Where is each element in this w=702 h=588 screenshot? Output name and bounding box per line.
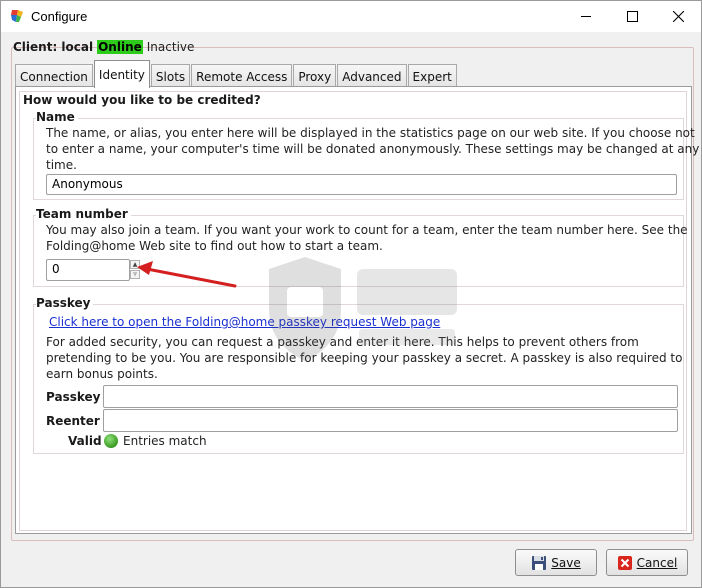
title-bar[interactable]: Configure (1, 1, 701, 32)
save-disk-icon (532, 555, 547, 570)
name-description-line-1: The name, or alias, you enter here will … (46, 126, 695, 140)
save-button-label: Save (551, 555, 581, 570)
tab-proxy[interactable]: Proxy (293, 64, 337, 88)
name-description-line-2: to enter a name, your computer's time wi… (46, 142, 700, 156)
passkey-section-title: Passkey (36, 296, 94, 310)
tab-identity[interactable]: Identity (93, 60, 150, 88)
credited-group-title: How would you like to be credited? (23, 93, 261, 107)
tab-bar: Connection Identity Slots Remote Access … (15, 60, 458, 88)
valid-label: Valid (68, 434, 102, 448)
minimize-icon (580, 16, 591, 17)
passkey-description-line-3: earn bonus points. (46, 367, 158, 381)
reenter-passkey-input[interactable] (103, 409, 678, 432)
passkey-field-label: Passkey (46, 390, 101, 404)
window-title: Configure (31, 9, 88, 24)
folding-at-home-icon (11, 10, 23, 22)
name-description-line-3: time. (46, 158, 77, 172)
cancel-x-icon (617, 555, 632, 570)
passkey-request-link[interactable]: Click here to open the Folding@home pass… (49, 315, 440, 329)
team-description-line-2: Folding@home Web site to find out how to… (46, 239, 383, 253)
team-description-line-1: You may also join a team. If you want yo… (46, 223, 688, 237)
valid-status-text: Entries match (123, 434, 207, 448)
valid-indicator-icon (104, 434, 118, 448)
tab-connection[interactable]: Connection (15, 64, 93, 88)
tab-remote-access[interactable]: Remote Access (191, 64, 293, 88)
status-inactive-label: Inactive (146, 40, 195, 54)
close-button[interactable] (655, 1, 701, 32)
stepper-up-icon[interactable]: ▲ (130, 260, 140, 269)
team-number-stepper: ▲ ▼ (130, 260, 140, 280)
maximize-button[interactable] (609, 1, 655, 32)
tab-advanced[interactable]: Advanced (337, 64, 407, 88)
reenter-field-label: Reenter (46, 414, 100, 428)
client-status-row: Client: local Online Inactive (13, 39, 194, 55)
stepper-down-icon[interactable]: ▼ (130, 270, 140, 279)
passkey-description-line-1: For added security, you can request a pa… (46, 335, 639, 349)
close-icon (672, 11, 684, 22)
minimize-button[interactable] (563, 1, 609, 32)
passkey-description-line-2: pretending to be you. You are responsibl… (46, 351, 683, 365)
team-section-title: Team number (36, 207, 131, 221)
status-online-badge: Online (97, 40, 143, 54)
tab-slots[interactable]: Slots (150, 64, 191, 88)
client-label: Client: local (13, 40, 94, 54)
name-section-title: Name (36, 110, 78, 124)
save-button[interactable]: Save (515, 549, 597, 576)
cancel-button-label: Cancel (636, 555, 678, 570)
passkey-input[interactable] (103, 385, 678, 408)
maximize-icon (626, 11, 638, 22)
tab-expert[interactable]: Expert (407, 64, 457, 88)
cancel-button[interactable]: Cancel (606, 549, 688, 576)
configure-window: Configure Client: local Online Inactive … (0, 0, 702, 588)
name-input[interactable]: Anonymous (46, 174, 677, 195)
team-number-input[interactable]: 0 (46, 259, 130, 281)
